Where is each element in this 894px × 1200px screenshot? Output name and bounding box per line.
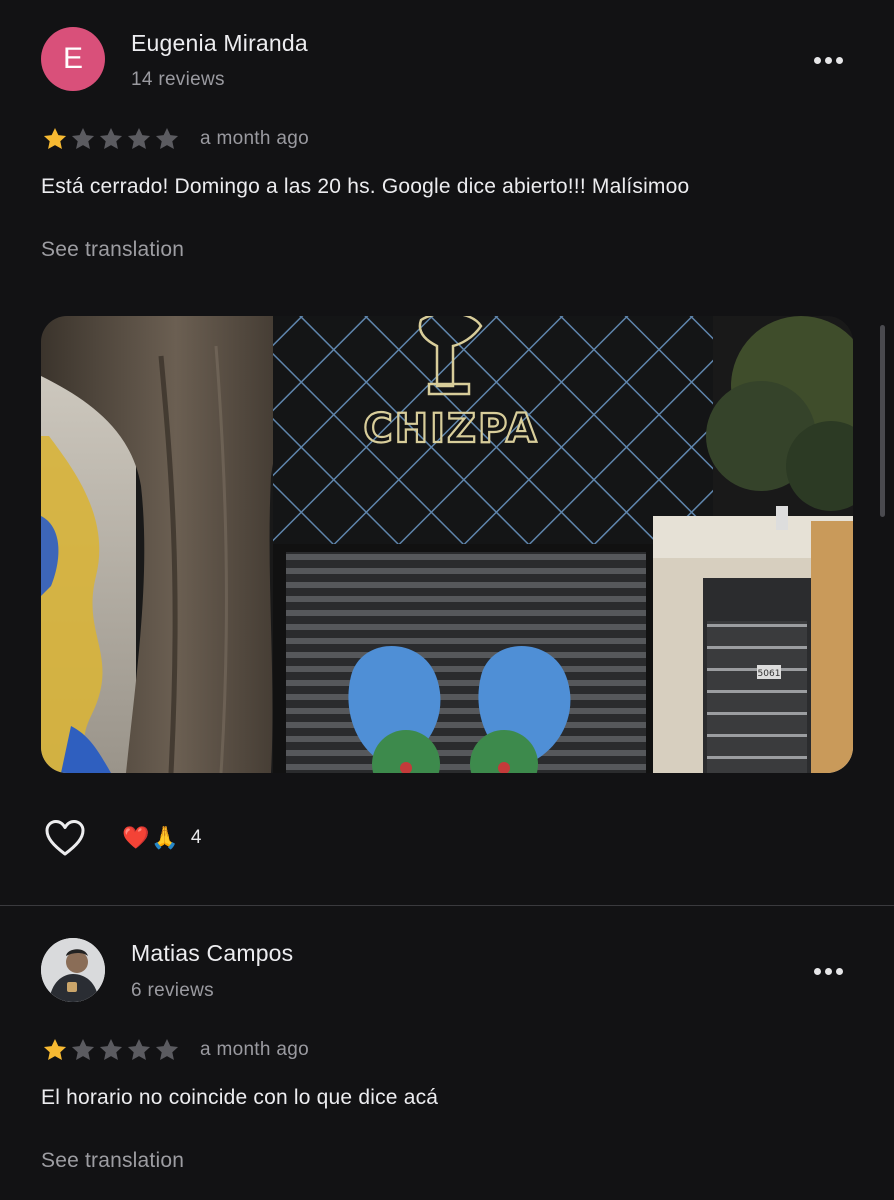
see-translation-link[interactable]: See translation xyxy=(41,238,184,262)
star-icon xyxy=(69,126,97,152)
star-icon xyxy=(97,126,125,152)
star-icon xyxy=(41,126,69,152)
pray-reaction-icon: 🙏 xyxy=(151,825,179,850)
review-text: Está cerrado! Domingo a las 20 hs. Googl… xyxy=(41,175,690,198)
scrollbar[interactable] xyxy=(880,325,885,517)
heart-reaction-icon: ❤️ xyxy=(122,825,150,850)
star-rating xyxy=(41,126,181,152)
star-icon xyxy=(153,126,181,152)
reviewer-name[interactable]: Eugenia Miranda xyxy=(131,30,308,57)
review-card: Matias Campos 6 reviews a month ago El h… xyxy=(0,906,894,1200)
photo-sign-text: CHIZPA xyxy=(363,406,538,452)
reviewer-review-count: 14 reviews xyxy=(131,69,225,90)
star-icon xyxy=(153,1037,181,1063)
reviewer-review-count: 6 reviews xyxy=(131,980,214,1001)
star-icon xyxy=(41,1037,69,1063)
photo-number-plate: 5061 xyxy=(758,669,781,679)
heart-outline-icon[interactable] xyxy=(44,819,86,857)
avatar[interactable] xyxy=(41,938,105,1002)
reaction-count: 4 xyxy=(190,827,202,848)
review-text: El horario no coincide con lo que dice a… xyxy=(41,1086,439,1109)
more-options-icon[interactable] xyxy=(808,50,848,70)
star-icon xyxy=(125,126,153,152)
more-options-icon[interactable] xyxy=(808,961,848,981)
review-date: a month ago xyxy=(200,128,309,149)
review-photo[interactable]: CHIZPA 5061 xyxy=(41,316,853,773)
review-date: a month ago xyxy=(200,1039,309,1060)
avatar[interactable]: E xyxy=(41,27,105,91)
reviewer-name[interactable]: Matias Campos xyxy=(131,940,293,967)
star-rating xyxy=(41,1037,181,1063)
see-translation-link[interactable]: See translation xyxy=(41,1149,184,1173)
star-icon xyxy=(125,1037,153,1063)
reactions[interactable]: ❤️ 🙏 4 xyxy=(122,822,201,854)
star-icon xyxy=(69,1037,97,1063)
avatar-letter: E xyxy=(62,42,83,75)
star-icon xyxy=(97,1037,125,1063)
review-card: E Eugenia Miranda 14 reviews a month ago… xyxy=(0,0,894,905)
